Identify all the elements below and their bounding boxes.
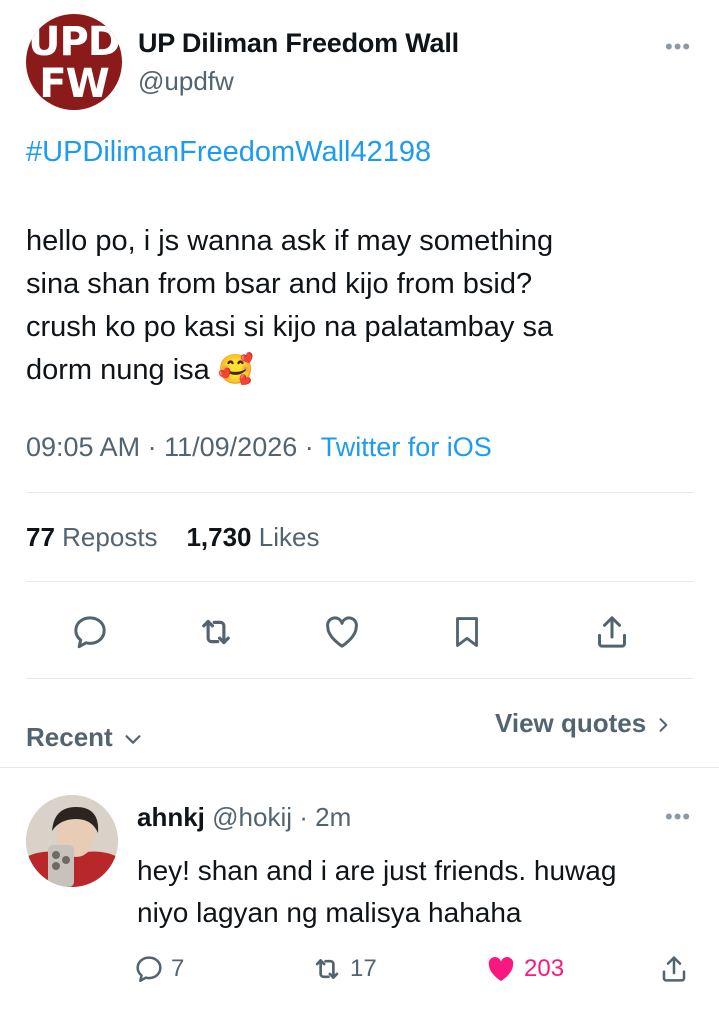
divider bbox=[26, 678, 693, 679]
post-date: 11/09/2026 bbox=[164, 432, 298, 462]
post-meta: 09:05 AM · 11/09/2026 · Twitter for iOS bbox=[26, 432, 492, 463]
chevron-right-icon bbox=[659, 718, 668, 732]
repost-button[interactable] bbox=[190, 606, 242, 658]
reply-age: 2m bbox=[315, 802, 352, 832]
heart-filled-icon bbox=[488, 957, 514, 982]
reply-text: hey! shan and i are just friends. huwag … bbox=[137, 850, 697, 934]
meta-separator: · bbox=[304, 432, 314, 462]
reply-handle[interactable]: @hokij bbox=[212, 802, 292, 832]
meta-separator: · bbox=[147, 432, 157, 462]
reply-more-options-icon[interactable]: ••• bbox=[665, 804, 691, 830]
reply-like-count: 203 bbox=[524, 955, 565, 982]
reply-display-name[interactable]: ahnkj bbox=[137, 802, 205, 832]
post-text-line: hello po, i js wanna ask if may somethin… bbox=[26, 225, 554, 257]
post-source-link[interactable]: Twitter for iOS bbox=[321, 432, 492, 462]
reply-text-line: hey! shan and i are just friends. huwag bbox=[137, 855, 617, 886]
post-text-line: sina shan from bsar and kijo from bsid? bbox=[26, 268, 533, 300]
repost-icon bbox=[315, 959, 339, 979]
bookmark-icon bbox=[456, 617, 478, 647]
post-text-line: crush ko po kasi si kijo na palatambay s… bbox=[26, 311, 554, 343]
likes-stat[interactable]: 1,730 Likes bbox=[186, 522, 319, 552]
share-button[interactable] bbox=[586, 606, 638, 658]
avatar[interactable]: UPD FW bbox=[26, 14, 122, 110]
chevron-down-icon bbox=[125, 735, 141, 744]
post-text: hello po, i js wanna ask if may somethin… bbox=[26, 220, 676, 392]
repost-icon bbox=[202, 619, 230, 645]
post-text-line-content: dorm nung isa bbox=[26, 354, 210, 386]
divider bbox=[26, 492, 693, 493]
reposts-stat[interactable]: 77 Reposts bbox=[26, 522, 158, 552]
hashtag-link[interactable]: #UPDilimanFreedomWall42198 bbox=[26, 136, 431, 169]
engagement-stats: 77 Reposts 1,730 Likes bbox=[26, 522, 319, 553]
likes-label: Likes bbox=[258, 522, 320, 552]
reply-avatar-photo bbox=[26, 795, 118, 887]
handle[interactable]: @updfw bbox=[138, 66, 234, 97]
reply-like-button[interactable]: 203 bbox=[484, 950, 564, 988]
display-name[interactable]: UP Diliman Freedom Wall bbox=[138, 28, 459, 59]
like-button[interactable] bbox=[316, 606, 368, 658]
sort-dropdown[interactable]: Recent bbox=[26, 722, 144, 753]
like-icon bbox=[326, 616, 358, 648]
reply-count: 7 bbox=[171, 955, 185, 982]
reply-share-button[interactable] bbox=[658, 950, 696, 988]
reply-header: ahnkj @hokij · 2m bbox=[137, 802, 351, 833]
bookmark-button[interactable] bbox=[441, 606, 493, 658]
sort-label: Recent bbox=[26, 722, 113, 752]
more-options-icon[interactable]: ••• bbox=[665, 34, 691, 60]
reply-icon bbox=[74, 616, 106, 649]
reply-repost-count: 17 bbox=[350, 955, 377, 982]
avatar-logo-line-2: FW bbox=[39, 61, 109, 107]
likes-count: 1,730 bbox=[186, 522, 252, 552]
reply-avatar[interactable] bbox=[26, 795, 118, 887]
reply-reply-button[interactable]: 7 bbox=[133, 950, 184, 988]
reply-icon bbox=[136, 956, 162, 982]
smiling-hearts-emoji: 🥰 bbox=[217, 354, 254, 386]
divider bbox=[26, 581, 693, 582]
divider bbox=[0, 767, 719, 768]
reply-button[interactable] bbox=[64, 606, 116, 658]
reply-text-line: niyo lagyan ng malisya hahaha bbox=[137, 897, 522, 928]
post-text-line: dorm nung isa 🥰 bbox=[26, 349, 676, 392]
view-quotes-link[interactable]: View quotes bbox=[495, 708, 673, 739]
meta-separator: · bbox=[299, 802, 308, 832]
reply-repost-button[interactable]: 17 bbox=[310, 950, 377, 988]
post-time: 09:05 AM bbox=[26, 432, 141, 462]
reposts-label: Reposts bbox=[62, 522, 158, 552]
view-quotes-label: View quotes bbox=[495, 708, 647, 738]
avatar-logo-line-1: UPD bbox=[28, 19, 121, 65]
reposts-count: 77 bbox=[26, 522, 55, 552]
share-icon bbox=[598, 616, 626, 648]
share-icon bbox=[662, 956, 686, 982]
